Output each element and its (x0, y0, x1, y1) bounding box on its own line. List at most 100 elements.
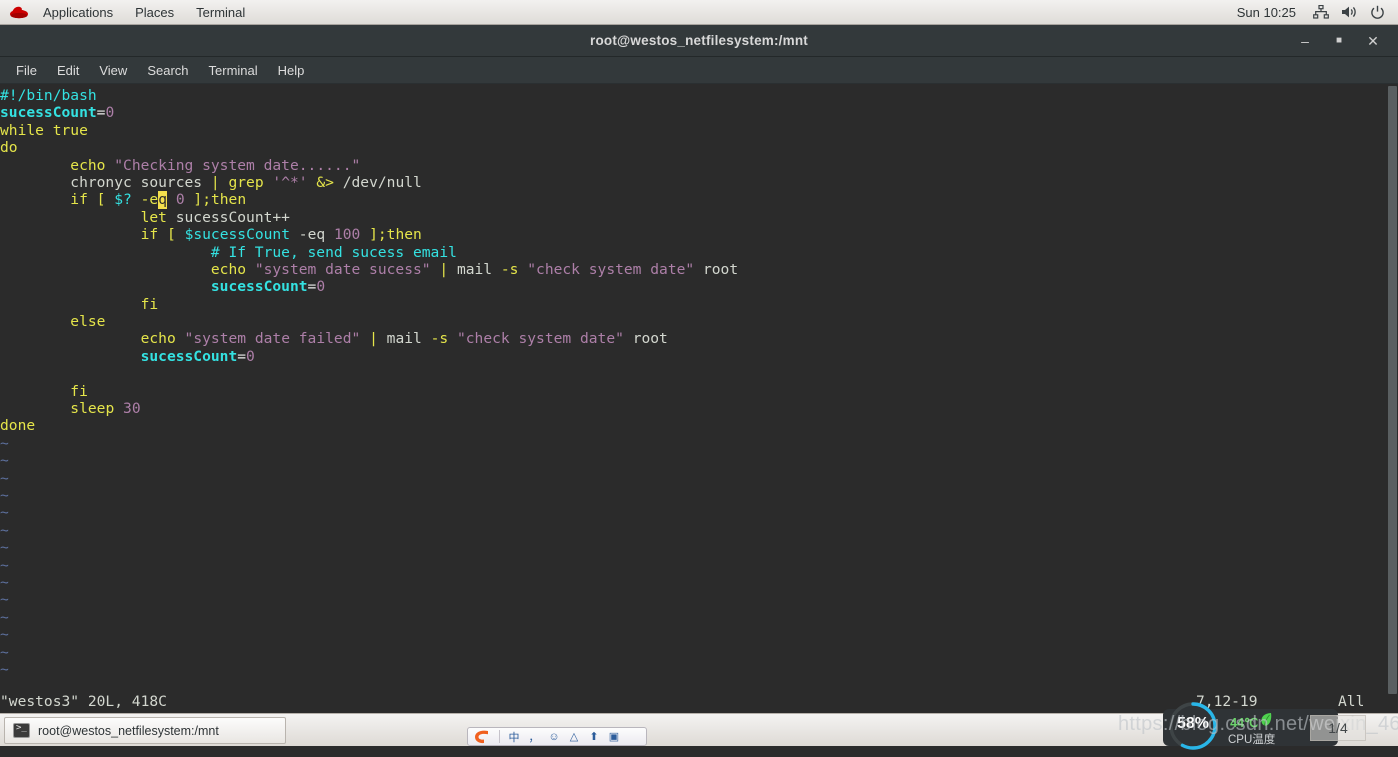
window-title-bar[interactable]: root@westos_netfilesystem:/mnt – ■ ✕ (0, 25, 1398, 57)
vim-empty-line: ~ (0, 644, 1398, 661)
code-line: if [ $sucessCount -eq 100 ];then (140, 226, 422, 244)
code-line: done (0, 417, 36, 435)
code-line: while true (0, 121, 88, 139)
tilde-marker: ~ (0, 521, 9, 539)
vim-empty-line: ~ (0, 557, 1398, 574)
tilde-marker: ~ (0, 660, 9, 678)
code-line: # If True, send sucess email (210, 243, 457, 261)
vim-empty-line: ~ (0, 487, 1398, 504)
code-token: #!/bin/bash (0, 87, 97, 104)
taskbar-window-label: root@westos_netfilesystem:/mnt (38, 723, 219, 738)
leaf-icon (1260, 712, 1273, 732)
tilde-marker: ~ (0, 556, 9, 574)
cpu-temperature-row: 44℃ (1230, 712, 1273, 732)
ime-punctuation-icon[interactable]: ， (525, 728, 543, 745)
cpu-temperature-block: 44℃ CPU温度 (1228, 712, 1275, 747)
code-line: fi (70, 382, 88, 400)
sogou-logo-icon[interactable] (470, 728, 494, 745)
window-controls: – ■ ✕ (1290, 25, 1398, 57)
menu-help[interactable]: Help (268, 57, 315, 84)
tilde-marker: ~ (0, 591, 9, 609)
terminal-icon (13, 723, 30, 738)
cpu-usage-gauge: 58% (1167, 700, 1219, 752)
ime-menu-icon[interactable]: ▣ (605, 728, 623, 745)
ime-chinese-mode-icon[interactable]: 中 (505, 728, 523, 745)
vim-empty-line: ~ (0, 522, 1398, 539)
vim-buffer[interactable]: #!/bin/bash sucessCount=0 while true do … (0, 87, 1398, 678)
terminal-scrollbar[interactable] (1387, 84, 1398, 713)
window-title: root@westos_netfilesystem:/mnt (590, 33, 808, 48)
tilde-marker: ~ (0, 504, 9, 522)
vim-status-file: "westos3" 20L, 418C (0, 693, 167, 710)
sogou-input-method-bar[interactable]: 中 ， ☺ △ ⬆ ▣ (467, 727, 647, 746)
code-line: sucessCount=0 (140, 347, 255, 365)
volume-icon[interactable] (1336, 0, 1362, 25)
tilde-marker: ~ (0, 643, 9, 661)
terminal-menu-bar: File Edit View Search Terminal Help (0, 57, 1398, 84)
code-line: if [ $? -eq 0 ];then (70, 191, 247, 209)
vim-empty-line: ~ (0, 609, 1398, 626)
vim-empty-line: ~ (0, 626, 1398, 643)
ime-toolbox-icon[interactable]: ⬆ (585, 728, 603, 745)
code-line: echo "system date sucess" | mail -s "che… (210, 260, 739, 278)
power-icon[interactable] (1364, 0, 1390, 25)
ime-emoji-icon[interactable]: ☺ (545, 728, 563, 745)
network-icon[interactable] (1308, 0, 1334, 25)
vim-empty-line: ~ (0, 591, 1398, 608)
terminal-window: root@westos_netfilesystem:/mnt – ■ ✕ Fil… (0, 25, 1398, 713)
vim-empty-line: ~ (0, 452, 1398, 469)
vim-status-scroll: All (1338, 693, 1365, 710)
tilde-marker: ~ (0, 573, 9, 591)
tilde-marker: ~ (0, 434, 9, 452)
vim-empty-line: ~ (0, 470, 1398, 487)
tilde-marker: ~ (0, 608, 9, 626)
cpu-temperature-label: CPU温度 (1228, 734, 1276, 746)
tilde-marker: ~ (0, 539, 9, 557)
code-line: else (70, 313, 106, 331)
code-line: echo "Checking system date......" (70, 156, 361, 174)
code-line: sucessCount=0 (0, 104, 115, 122)
taskbar-window-button[interactable]: root@westos_netfilesystem:/mnt (4, 717, 286, 744)
terminal-menu[interactable]: Terminal (185, 0, 256, 25)
code-line: let sucessCount++ (140, 208, 290, 226)
scrollbar-thumb[interactable] (1388, 86, 1397, 694)
tilde-marker: ~ (0, 486, 9, 504)
clock[interactable]: Sun 10:25 (1227, 5, 1306, 20)
vim-empty-line: ~ (0, 574, 1398, 591)
menu-view[interactable]: View (89, 57, 137, 84)
minimize-button[interactable]: – (1290, 27, 1320, 55)
code-line: fi (140, 295, 159, 313)
cpu-usage-value: 58% (1176, 715, 1210, 732)
tilde-marker: ~ (0, 626, 9, 644)
ime-separator (499, 730, 500, 743)
ime-skin-icon[interactable]: △ (565, 728, 583, 745)
tilde-marker: ~ (0, 469, 9, 487)
vim-empty-line: ~ (0, 661, 1398, 678)
terminal-content[interactable]: #!/bin/bash sucessCount=0 while true do … (0, 84, 1398, 713)
code-line: #!/bin/bash (0, 87, 1398, 104)
vim-cursor: q (158, 191, 168, 209)
code-line: sleep 30 (70, 400, 141, 418)
top-panel-tray: Sun 10:25 (1227, 0, 1398, 25)
maximize-button[interactable]: ■ (1324, 27, 1354, 55)
menu-search[interactable]: Search (137, 57, 198, 84)
redhat-logo-icon[interactable] (6, 0, 32, 25)
code-line: do (0, 139, 18, 157)
vim-empty-line: ~ (0, 435, 1398, 452)
vim-empty-line: ~ (0, 539, 1398, 556)
code-line: echo "system date failed" | mail -s "che… (140, 330, 668, 348)
gnome-top-panel: Applications Places Terminal Sun 10:25 (0, 0, 1398, 25)
applications-menu[interactable]: Applications (32, 0, 124, 25)
page-counter: 1/4 (1310, 715, 1366, 741)
tilde-marker: ~ (0, 452, 9, 470)
cpu-temperature-value: 44℃ (1230, 715, 1259, 730)
vim-empty-line: ~ (0, 504, 1398, 521)
places-menu[interactable]: Places (124, 0, 185, 25)
code-line: sucessCount=0 (210, 278, 326, 296)
code-line: chronyc sources | grep '^*' &> /dev/null (0, 173, 422, 191)
menu-terminal[interactable]: Terminal (199, 57, 268, 84)
close-button[interactable]: ✕ (1358, 27, 1388, 55)
menu-edit[interactable]: Edit (47, 57, 89, 84)
menu-file[interactable]: File (6, 57, 47, 84)
